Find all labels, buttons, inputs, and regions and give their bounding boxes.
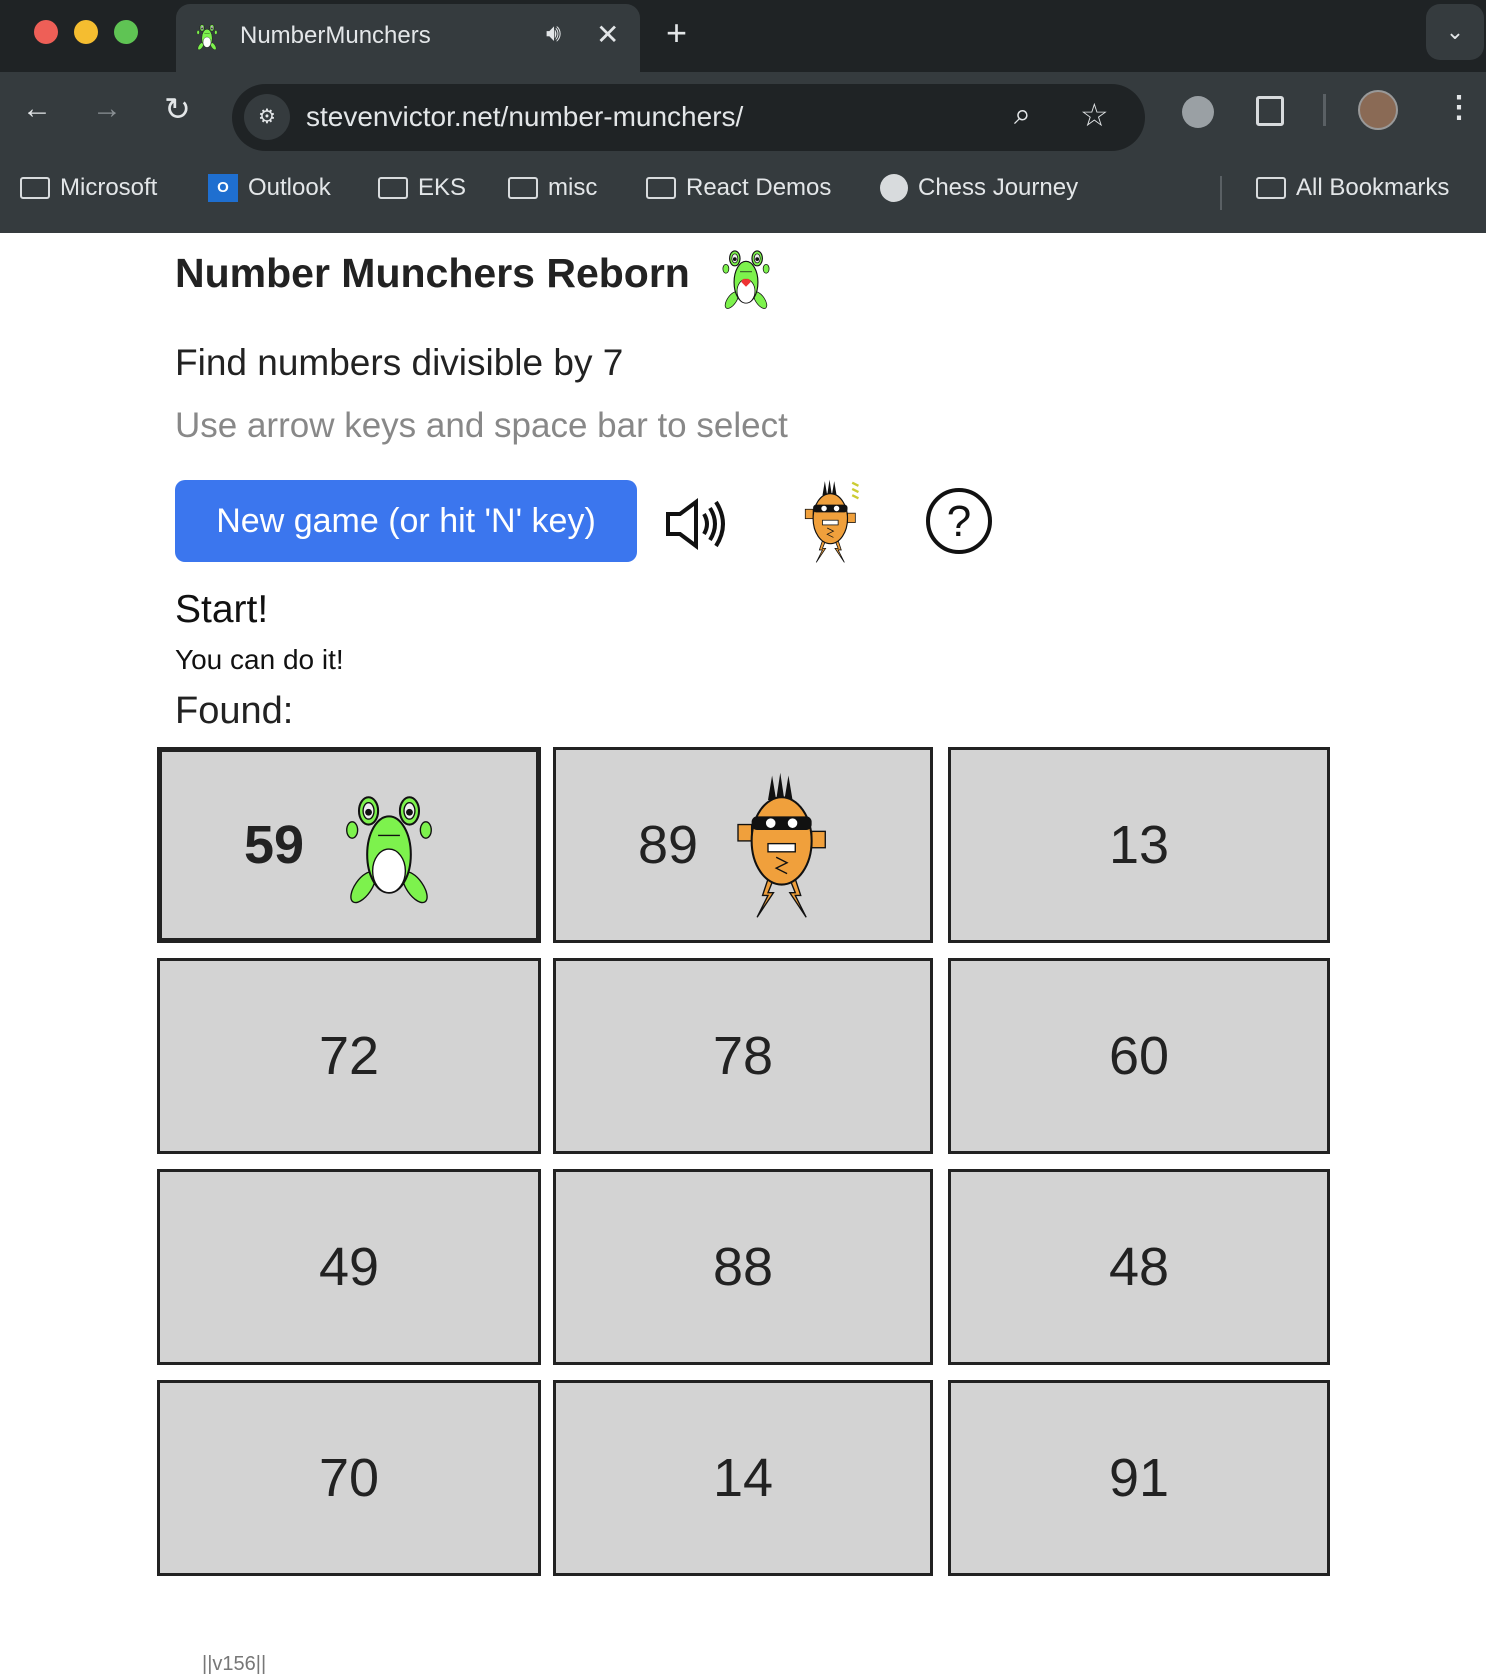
speaker-icon[interactable]: 🔊︎ [546, 20, 561, 48]
page-title: Number Munchers Reborn [175, 250, 690, 296]
folder-icon [20, 177, 50, 199]
address-bar[interactable]: ⚙ stevenvictor.net/number-munchers/ ⌕ ☆ [232, 84, 1145, 151]
grid-cell[interactable]: 59 [157, 747, 541, 943]
sound-on-icon[interactable] [664, 496, 728, 552]
help-icon[interactable]: ? [926, 488, 992, 554]
maximize-window-button[interactable] [114, 20, 138, 44]
cell-number: 60 [1108, 1026, 1170, 1086]
reload-icon[interactable]: ↻ [164, 90, 191, 128]
cell-number: 89 [637, 815, 699, 875]
bookmark-outlook[interactable]: O Outlook [208, 174, 331, 202]
tab-search-chevron-icon[interactable]: ⌄ [1426, 4, 1484, 60]
grid-cell[interactable]: 72 [157, 958, 541, 1154]
instructions: Use arrow keys and space bar to select [175, 406, 788, 445]
cell-number: 14 [712, 1448, 774, 1508]
tab-numbermunchers[interactable]: NumberMunchers 🔊︎ ✕ [176, 4, 640, 72]
cell-number: 13 [1108, 815, 1170, 875]
grid-cell[interactable]: 49 [157, 1169, 541, 1365]
back-icon[interactable]: ← [22, 92, 52, 126]
version-text: ||v156|| [202, 1653, 267, 1675]
rule-heading: Find numbers divisible by 7 [175, 342, 624, 383]
tab-strip: NumberMunchers 🔊︎ ✕ + ⌄ [0, 0, 1486, 72]
toolbar-divider [1323, 94, 1326, 126]
cell-number: 72 [318, 1026, 380, 1086]
bookmark-label: EKS [418, 174, 467, 201]
menu-kebab-icon[interactable]: ⋮ [1444, 90, 1474, 125]
cell-number: 88 [712, 1237, 774, 1297]
status-text: Start! [175, 588, 269, 631]
cell-number: 59 [243, 815, 305, 875]
frog-favicon-icon [196, 24, 218, 52]
close-window-button[interactable] [34, 20, 58, 44]
grid-cell[interactable]: 60 [948, 958, 1330, 1154]
bookmark-eks[interactable]: EKS [378, 174, 466, 202]
bookmark-label: Microsoft [60, 174, 158, 201]
grid-cell[interactable]: 14 [553, 1380, 933, 1576]
cell-number: 49 [318, 1237, 380, 1297]
muncher-enemy-icon [737, 771, 827, 919]
folder-icon [508, 177, 538, 199]
extensions-puzzle-icon[interactable] [1256, 96, 1284, 126]
globe-icon [880, 174, 908, 202]
folder-icon [1256, 177, 1286, 199]
toolbar: ← → ↻ ⚙ stevenvictor.net/number-munchers… [0, 72, 1486, 152]
grid-cell[interactable]: 78 [553, 958, 933, 1154]
folder-icon [378, 177, 408, 199]
minimize-window-button[interactable] [74, 20, 98, 44]
grid-cell[interactable]: 13 [948, 747, 1330, 943]
bookmark-label: misc [548, 174, 598, 201]
grid-cell[interactable]: 88 [553, 1169, 933, 1365]
muncher-character-icon[interactable] [790, 478, 880, 564]
site-info-icon[interactable]: ⚙ [244, 94, 290, 140]
extension-protractor-icon[interactable] [1182, 96, 1214, 128]
grid-cell[interactable]: 48 [948, 1169, 1330, 1365]
bookmark-label: Chess Journey [918, 174, 1079, 201]
bookmark-label: Outlook [248, 174, 331, 201]
forward-icon[interactable]: → [92, 92, 122, 126]
bookmark-all-bookmarks[interactable]: All Bookmarks [1256, 174, 1449, 202]
outlook-icon: O [208, 174, 238, 202]
bookmarks-divider [1220, 176, 1222, 210]
profile-avatar[interactable] [1358, 90, 1398, 130]
bookmarks-bar: Microsoft O Outlook EKS misc React Demos … [0, 152, 1486, 233]
folder-icon [646, 177, 676, 199]
url-text[interactable]: stevenvictor.net/number-munchers/ [306, 101, 743, 133]
bookmark-label: React Demos [686, 174, 832, 201]
frog-player-icon [345, 796, 433, 908]
bookmark-label: All Bookmarks [1296, 174, 1450, 201]
grid-cell[interactable]: 70 [157, 1380, 541, 1576]
cell-number: 91 [1108, 1448, 1170, 1508]
grid-cell[interactable]: 91 [948, 1380, 1330, 1576]
new-tab-icon[interactable]: + [666, 12, 687, 54]
close-tab-icon[interactable]: ✕ [596, 18, 619, 51]
bookmark-microsoft[interactable]: Microsoft [20, 174, 157, 202]
bookmark-react-demos[interactable]: React Demos [646, 174, 831, 202]
zoom-icon[interactable]: ⌕ [1014, 98, 1031, 132]
frog-logo-icon [722, 250, 770, 312]
bookmark-star-icon[interactable]: ☆ [1080, 96, 1109, 134]
message-text: You can do it! [175, 644, 344, 675]
bookmark-misc[interactable]: misc [508, 174, 597, 202]
cell-number: 48 [1108, 1237, 1170, 1297]
grid-cell[interactable]: 89 [553, 747, 933, 943]
cell-number: 70 [318, 1448, 380, 1508]
found-label: Found: [175, 690, 294, 732]
bookmark-chess-journey[interactable]: Chess Journey [880, 174, 1078, 202]
tab-title: NumberMunchers [240, 22, 431, 49]
new-game-button[interactable]: New game (or hit 'N' key) [175, 480, 637, 562]
cell-number: 78 [712, 1026, 774, 1086]
